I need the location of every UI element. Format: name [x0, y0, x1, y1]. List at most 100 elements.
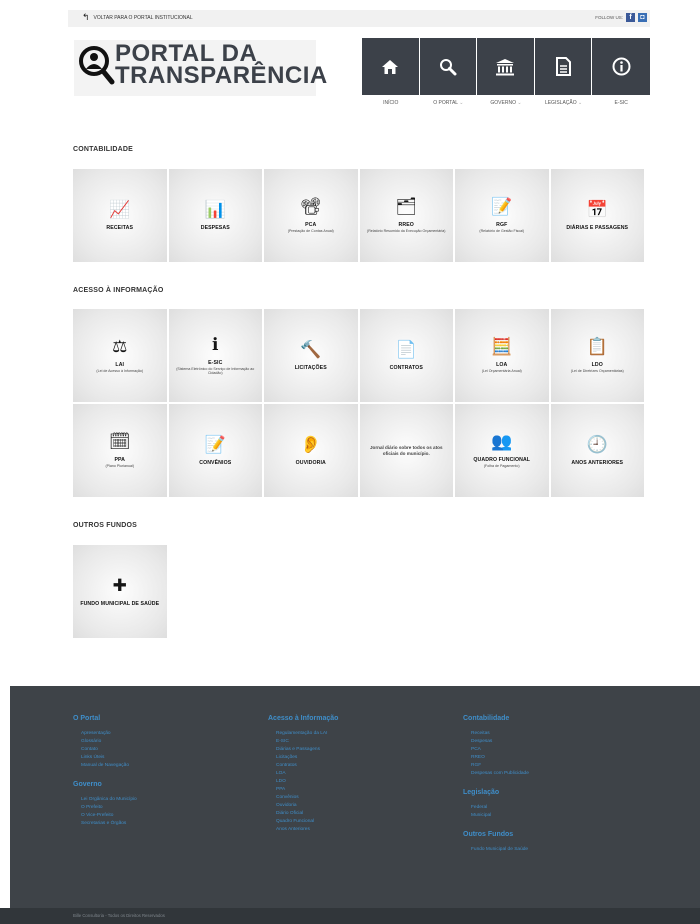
copyright-bar: Bille Consultoria - Todos os Direitos Re…: [0, 908, 700, 924]
tile-e-sic[interactable]: ℹ E-SIC (Sistema Eletrônico do Serviço d…: [168, 309, 262, 402]
tile-label: LICITAÇÕES: [294, 364, 327, 371]
footer: O Portal Apresentação Glossário Contato …: [10, 686, 700, 908]
footer-link[interactable]: Despesas: [463, 738, 529, 746]
footer-link[interactable]: Manual de Navegação: [73, 762, 137, 770]
tile-anos-anteriores[interactable]: 🕘 ANOS ANTERIORES: [550, 404, 644, 497]
nav-o-portal[interactable]: O PORTAL ⌄: [419, 38, 478, 106]
footer-link[interactable]: Fundo Municipal de Saúde: [463, 846, 529, 854]
nav-inicio[interactable]: INÍCIO: [362, 38, 420, 106]
footer-link[interactable]: RREO: [463, 754, 529, 762]
back-to-institutional-link[interactable]: ↰ VOLTAR PARA O PORTAL INSTITUCIONAL: [82, 13, 193, 22]
back-arrow-icon: ↰: [82, 12, 90, 22]
tile-convenios[interactable]: 📝 CONVÊNIOS: [168, 404, 262, 497]
tile-subtitle: (Prestação de Contas Anual): [287, 228, 334, 233]
portal-logo[interactable]: PORTAL DA TRANSPARÊNCIA: [74, 40, 327, 96]
footer-link[interactable]: Receitas: [463, 730, 529, 738]
tile-contratos[interactable]: 📄 CONTRATOS: [359, 309, 453, 402]
tile-fundo-municipal-saude[interactable]: ✚ FUNDO MUNICIPAL DE SAÚDE: [73, 545, 167, 638]
footer-link[interactable]: O Prefeito: [73, 804, 137, 812]
tile-label: RREO: [398, 221, 414, 228]
magnifier-person-icon: [79, 46, 115, 85]
ear-icon: 👂: [300, 434, 322, 454]
clock-icon: 🕘: [586, 434, 608, 454]
footer-link[interactable]: Apresentação: [73, 730, 137, 738]
footer-link[interactable]: Regulamentação da LAI: [268, 730, 338, 738]
footer-link[interactable]: PCA: [463, 746, 529, 754]
footer-link[interactable]: Links Úteis: [73, 754, 137, 762]
tile-loa[interactable]: 🧮 LOA (Lei Orçamentária Anual): [455, 309, 549, 402]
tile-label: DESPESAS: [200, 224, 230, 231]
footer-heading: Contabilidade: [463, 715, 510, 722]
tile-subtitle: (Lei de Diretrizes Orçamentárias): [570, 368, 624, 373]
nav-legislacao[interactable]: LEGISLAÇÃO ⌄: [534, 38, 593, 106]
tile-receitas[interactable]: 📈 RECEITAS: [73, 169, 167, 262]
scales-icon: ⚖: [112, 336, 128, 356]
footer-link[interactable]: O Vice-Prefeito: [73, 812, 137, 820]
footer-link[interactable]: Convênios: [268, 794, 338, 802]
footer-link[interactable]: E-SIC: [268, 738, 338, 746]
tile-quadro-funcional[interactable]: 👥 QUADRO FUNCIONAL (Folha de Pagamento): [455, 404, 549, 497]
section-title-acesso-informacao: ACESSO À INFORMAÇÃO: [73, 287, 164, 294]
nav-e-sic[interactable]: E-SIC: [592, 38, 650, 106]
clipboard-calendar-icon: 🗓: [108, 431, 131, 451]
document-icon: [555, 57, 571, 76]
footer-link[interactable]: RGF: [463, 762, 529, 770]
footer-link[interactable]: Federal: [463, 804, 529, 812]
footer-link[interactable]: Ouvidoria: [268, 802, 338, 810]
chevron-down-icon: ⌄: [517, 100, 522, 106]
tile-label: RECEITAS: [106, 224, 134, 231]
nav-governo[interactable]: GOVERNO ⌄: [477, 38, 535, 106]
tile-label: OUVIDORIA: [295, 459, 326, 466]
footer-column-1: O Portal Apresentação Glossário Contato …: [73, 715, 137, 828]
footer-heading: Legislação: [463, 789, 500, 796]
tile-pca[interactable]: 📽 PCA (Prestação de Contas Anual): [264, 169, 358, 262]
instagram-icon[interactable]: ◘: [638, 13, 647, 22]
footer-link[interactable]: LDO: [268, 778, 338, 786]
tile-subtitle: (Relatório de Gestão Fiscal): [479, 228, 525, 233]
report-settings-icon: 🗂: [395, 196, 418, 216]
footer-link[interactable]: PPA: [268, 786, 338, 794]
facebook-icon[interactable]: f: [626, 13, 635, 22]
chevron-down-icon: ⌄: [459, 100, 464, 106]
footer-link[interactable]: Contato: [73, 746, 137, 754]
tile-rreo[interactable]: 🗂 RREO (Relatório Resumido da Execução O…: [359, 169, 453, 262]
contract-sign-icon: 📄: [395, 339, 417, 359]
tile-label: PCA: [305, 221, 317, 228]
footer-link[interactable]: Glossário: [73, 738, 137, 746]
footer-link[interactable]: Secretarias e Órgãos: [73, 820, 137, 828]
tile-ouvidoria[interactable]: 👂 OUVIDORIA: [264, 404, 358, 497]
outros-fundos-grid: ✚ FUNDO MUNICIPAL DE SAÚDE: [73, 545, 644, 638]
footer-link[interactable]: Diário Oficial: [268, 810, 338, 818]
follow-us-label: FOLLOW US:: [595, 15, 623, 20]
tile-lai[interactable]: ⚖ LAI (Lei de Acesso à Informação): [73, 309, 167, 402]
nav-inicio-label: INÍCIO: [383, 100, 399, 106]
footer-link[interactable]: Contratos: [268, 762, 338, 770]
tile-subtitle: (Plano Plurianual): [105, 463, 135, 468]
top-bar: ↰ VOLTAR PARA O PORTAL INSTITUCIONAL FOL…: [68, 10, 650, 27]
footer-link[interactable]: Lei Orgânica do Município: [73, 796, 137, 804]
tile-label: RGF: [496, 221, 508, 228]
acesso-informacao-grid: ⚖ LAI (Lei de Acesso à Informação) ℹ E-S…: [73, 309, 644, 497]
footer-link[interactable]: Diárias e Passagens: [268, 746, 338, 754]
tile-ppa[interactable]: 🗓 PPA (Plano Plurianual): [73, 404, 167, 497]
footer-link[interactable]: Municipal: [463, 812, 529, 820]
footer-link[interactable]: Licitações: [268, 754, 338, 762]
tile-label: FUNDO MUNICIPAL DE SAÚDE: [80, 600, 160, 607]
footer-link[interactable]: Quadro Funcional: [268, 818, 338, 826]
footer-link[interactable]: Anos Anteriores: [268, 826, 338, 834]
nav-governo-label: GOVERNO: [490, 100, 516, 106]
tile-licitacoes[interactable]: 🔨 LICITAÇÕES: [264, 309, 358, 402]
checklist-icon: 📋: [586, 336, 608, 356]
tile-ldo[interactable]: 📋 LDO (Lei de Diretrizes Orçamentárias): [550, 309, 644, 402]
footer-heading: Governo: [73, 781, 102, 788]
tile-despesas[interactable]: 📊 DESPESAS: [168, 169, 262, 262]
footer-link[interactable]: Despesas com Publicidade: [463, 770, 529, 778]
nav-e-sic-label: E-SIC: [614, 100, 628, 106]
tile-diario-oficial[interactable]: Jornal diário sobre todos os atos oficia…: [359, 404, 453, 497]
tile-rgf[interactable]: 📝 RGF (Relatório de Gestão Fiscal): [455, 169, 549, 262]
back-link-label: VOLTAR PARA O PORTAL INSTITUCIONAL: [93, 14, 193, 21]
tile-label: CONTRATOS: [389, 364, 423, 371]
tile-diarias-passagens[interactable]: 📅 DIÁRIAS E PASSAGENS: [550, 169, 644, 262]
tile-subtitle: (Folha de Pagamento): [483, 463, 520, 468]
footer-link[interactable]: LOA: [268, 770, 338, 778]
